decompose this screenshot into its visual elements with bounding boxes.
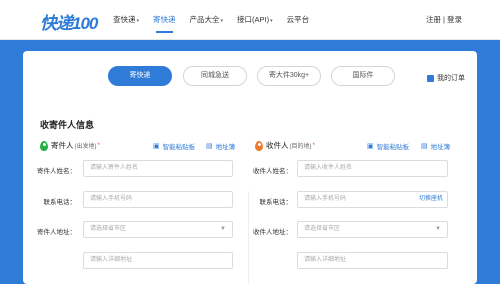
nav-api[interactable]: 接口(API)▾ — [230, 0, 280, 40]
clipboard-icon: ▣ — [153, 143, 160, 150]
tab-same-city[interactable]: 同城急送 — [183, 66, 247, 86]
sender-phone-input[interactable]: 请输入手机号码 — [83, 191, 233, 208]
receiver-phone-input[interactable]: 请输入手机号码 切换座机 — [297, 191, 448, 208]
brand-logo[interactable]: 快递100 — [40, 9, 98, 34]
receiver-detail-address-input[interactable]: 请输入详细地址 — [297, 252, 448, 269]
sender-header: 寄件人 (出发地) * — [40, 140, 100, 151]
sender-address-book[interactable]: ▤ 地址簿 — [206, 141, 235, 151]
switch-landline-link[interactable]: 切换座机 — [419, 192, 443, 207]
receiver-address-label: 收件人地址： — [253, 229, 292, 236]
section-title: 收寄件人信息 — [40, 120, 95, 130]
sender-phone-label: 联系电话： — [43, 199, 77, 206]
receiver-name-label: 收件人姓名： — [253, 168, 292, 175]
address-book-icon: ▤ — [206, 143, 213, 150]
send-express-card: 寄快递 同城急送 寄大件30kg+ 国际件 我的订单 收寄件人信息 寄件人 (出… — [23, 51, 477, 284]
receiver-region-select[interactable]: 请选择省市区 ▼ — [297, 221, 448, 238]
chevron-down-icon: ▾ — [136, 18, 140, 24]
sender-name-input[interactable]: 请输入寄件人姓名 — [83, 160, 233, 177]
my-orders-link[interactable]: 我的订单 — [427, 73, 465, 83]
sender-name-label: 寄件人姓名： — [37, 168, 76, 175]
separator: | — [443, 15, 445, 24]
column-divider — [248, 191, 249, 284]
login-link[interactable]: 登录 — [447, 0, 462, 40]
receiver-header: 收件人 (目的地) * — [255, 140, 315, 151]
auth-links: 注册 | 登录 — [426, 0, 462, 40]
register-link[interactable]: 注册 — [426, 0, 441, 40]
receiver-phone-label: 联系电话： — [259, 199, 293, 206]
location-pin-icon — [40, 140, 48, 151]
main-nav: 查快递▾ 寄快递 产品大全▾ 接口(API)▾ 云平台 — [106, 0, 316, 40]
chevron-down-icon: ▼ — [435, 226, 441, 232]
receiver-address-book[interactable]: ▤ 地址簿 — [421, 141, 450, 151]
sender-address-label: 寄件人地址： — [37, 229, 76, 236]
nav-products[interactable]: 产品大全▾ — [183, 0, 231, 40]
receiver-name-input[interactable]: 请输入收件人姓名 — [297, 160, 448, 177]
location-pin-icon — [255, 140, 263, 151]
sender-region-select[interactable]: 请选择省市区 ▼ — [83, 221, 233, 238]
nav-send-express[interactable]: 寄快递 — [146, 0, 183, 40]
clipboard-icon: ▣ — [367, 143, 374, 150]
tab-send-express[interactable]: 寄快递 — [108, 66, 172, 86]
chevron-down-icon: ▼ — [220, 226, 226, 232]
orders-icon — [427, 74, 434, 82]
chevron-down-icon: ▾ — [270, 18, 273, 24]
receiver-smart-paste[interactable]: ▣ 智能粘贴板 — [367, 141, 409, 151]
tab-international[interactable]: 国际件 — [331, 66, 395, 86]
nav-track-express[interactable]: 查快递▾ — [106, 0, 146, 40]
chevron-down-icon: ▾ — [220, 18, 224, 24]
tab-large-item[interactable]: 寄大件30kg+ — [257, 66, 321, 86]
sender-detail-address-input[interactable]: 请输入详细地址 — [83, 252, 233, 269]
sender-smart-paste[interactable]: ▣ 智能粘贴板 — [153, 141, 195, 151]
top-navigation-bar: 快递100 查快递▾ 寄快递 产品大全▾ 接口(API)▾ 云平台 注册 | 登… — [0, 0, 500, 40]
address-book-icon: ▤ — [421, 143, 428, 150]
nav-cloud[interactable]: 云平台 — [280, 0, 317, 40]
